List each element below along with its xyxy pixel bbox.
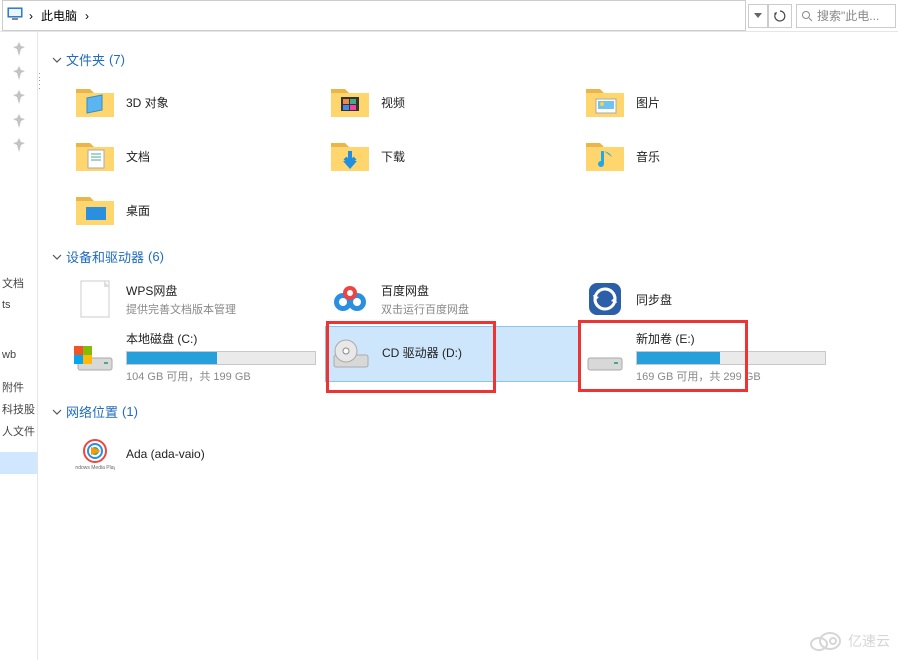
drive-item-sync[interactable]: 同步盘 <box>580 272 835 326</box>
pin-icon <box>12 114 26 128</box>
folder-label: 3D 对象 <box>126 94 169 111</box>
chevron-down-icon <box>52 252 62 262</box>
folder-3d-icon <box>74 81 116 123</box>
sidebar-item[interactable]: 人文件 <box>0 420 37 442</box>
sync-icon <box>584 278 626 320</box>
breadcrumb-location[interactable]: 此电脑 <box>39 7 79 24</box>
network-grid: Windows Media Player Ada (ada-vaio) <box>50 427 890 481</box>
chevron-down-icon <box>52 55 62 65</box>
pc-icon <box>7 7 23 24</box>
chevron-down-icon <box>52 407 62 417</box>
group-header-folders[interactable]: 文件夹 (7) <box>52 50 890 69</box>
highlight-box <box>326 321 496 393</box>
breadcrumb-sep[interactable]: › <box>83 9 91 23</box>
sidebar-item[interactable]: 科技股 <box>0 398 37 420</box>
svg-text:Windows Media Player: Windows Media Player <box>75 465 115 471</box>
drive-usage-bar <box>126 351 316 365</box>
folder-videos-icon <box>329 81 371 123</box>
wmp-icon: Windows Media Player <box>74 433 116 475</box>
wps-icon <box>74 278 116 320</box>
drive-item-cloud[interactable]: WPS网盘 提供完善文档版本管理 <box>70 272 325 326</box>
folder-item[interactable]: 图片 <box>580 75 835 129</box>
folder-label: 视频 <box>381 94 405 111</box>
disk-icon <box>74 336 116 378</box>
pin-icon <box>12 138 26 152</box>
drive-name: 同步盘 <box>636 291 672 308</box>
folder-label: 下载 <box>381 148 405 165</box>
network-label: Ada (ada-vaio) <box>126 447 205 461</box>
drive-name: 本地磁盘 (C:) <box>126 330 321 347</box>
pin-icon <box>12 42 26 56</box>
search-icon <box>801 10 813 22</box>
folder-label: 文档 <box>126 148 150 165</box>
folder-music-icon <box>584 135 626 177</box>
drive-sub: 双击运行百度网盘 <box>381 301 469 317</box>
sidebar-item-selected[interactable] <box>0 452 37 474</box>
address-history-dropdown[interactable] <box>748 4 768 28</box>
drive-item-cloud[interactable]: 百度网盘 双击运行百度网盘 <box>325 272 580 326</box>
search-placeholder: 搜索"此电... <box>817 7 879 24</box>
pin-icon <box>12 66 26 80</box>
folder-item[interactable]: 下载 <box>325 129 580 183</box>
folder-item[interactable]: 桌面 <box>70 183 325 237</box>
folder-pictures-icon <box>584 81 626 123</box>
drive-item-disk-c[interactable]: 本地磁盘 (C:) 104 GB 可用，共 199 GB <box>70 326 325 388</box>
baidu-icon <box>329 278 371 320</box>
group-header-drives[interactable]: 设备和驱动器 (6) <box>52 247 890 266</box>
nav-sidebar: 文档 ts wb 附件 科技股 人文件 <box>0 32 38 660</box>
drive-sub: 提供完善文档版本管理 <box>126 301 236 317</box>
search-input[interactable]: 搜索"此电... <box>796 4 896 28</box>
address-bar: › 此电脑 › 搜索"此电... <box>0 0 898 32</box>
sidebar-item[interactable]: 附件 <box>0 376 37 398</box>
watermark: 亿速云 <box>808 630 890 652</box>
folder-item[interactable]: 视频 <box>325 75 580 129</box>
refresh-button[interactable] <box>768 4 792 28</box>
network-item[interactable]: Windows Media Player Ada (ada-vaio) <box>70 427 325 481</box>
breadcrumb-sep[interactable]: › <box>27 9 35 23</box>
sidebar-item[interactable]: wb <box>0 344 37 366</box>
folder-item[interactable]: 3D 对象 <box>70 75 325 129</box>
drive-name: WPS网盘 <box>126 282 236 299</box>
folder-label: 图片 <box>636 94 660 111</box>
folder-downloads-icon <box>329 135 371 177</box>
folder-desktop-icon <box>74 189 116 231</box>
pin-icon <box>12 90 26 104</box>
address-path[interactable]: › 此电脑 › <box>2 0 746 31</box>
highlight-box <box>578 320 748 392</box>
folders-grid: 3D 对象 视频 图片 文档 下载 音乐 桌面 <box>50 75 890 237</box>
folder-label: 桌面 <box>126 202 150 219</box>
folder-item[interactable]: 音乐 <box>580 129 835 183</box>
folder-label: 音乐 <box>636 148 660 165</box>
sidebar-item[interactable]: 文档 <box>0 272 37 294</box>
sidebar-item[interactable]: ts <box>0 294 37 316</box>
group-header-network[interactable]: 网络位置 (1) <box>52 402 890 421</box>
drive-info: 104 GB 可用，共 199 GB <box>126 368 321 384</box>
folder-item[interactable]: 文档 <box>70 129 325 183</box>
folder-documents-icon <box>74 135 116 177</box>
drive-name: 百度网盘 <box>381 282 469 299</box>
